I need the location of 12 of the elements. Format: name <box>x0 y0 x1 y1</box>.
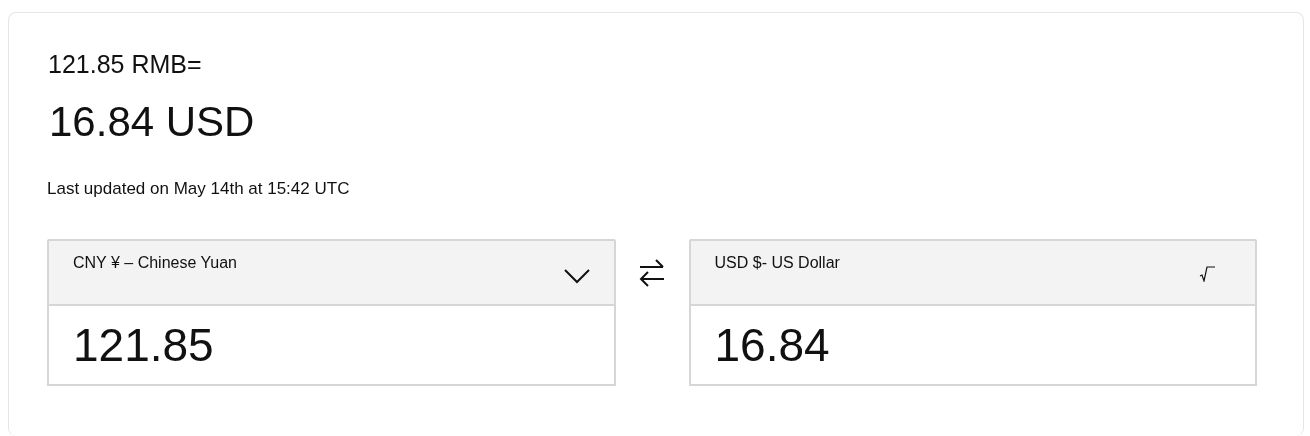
swap-icon[interactable] <box>639 258 665 287</box>
conversion-amount-text: 121.85 RMB= <box>48 49 202 79</box>
amount-field[interactable]: 16.84 <box>688 305 1257 386</box>
conversion-result: 16.84 USD <box>49 99 255 146</box>
currency-selector[interactable]: USD $- US Dollar <box>688 238 1257 306</box>
currency-name: USD $- US Dollar <box>714 252 840 272</box>
currency-selector[interactable]: CNY ¥ – Chinese Yuan <box>47 238 616 306</box>
last-updated-text: Last updated on May 14th at 15:42 UTC <box>47 179 350 200</box>
currency-name: CNY ¥ – Chinese Yuan <box>73 252 237 272</box>
chevron-down-icon[interactable] <box>563 268 590 284</box>
amount-field[interactable]: 121.85 <box>47 305 616 386</box>
square-root-icon <box>1199 265 1215 282</box>
